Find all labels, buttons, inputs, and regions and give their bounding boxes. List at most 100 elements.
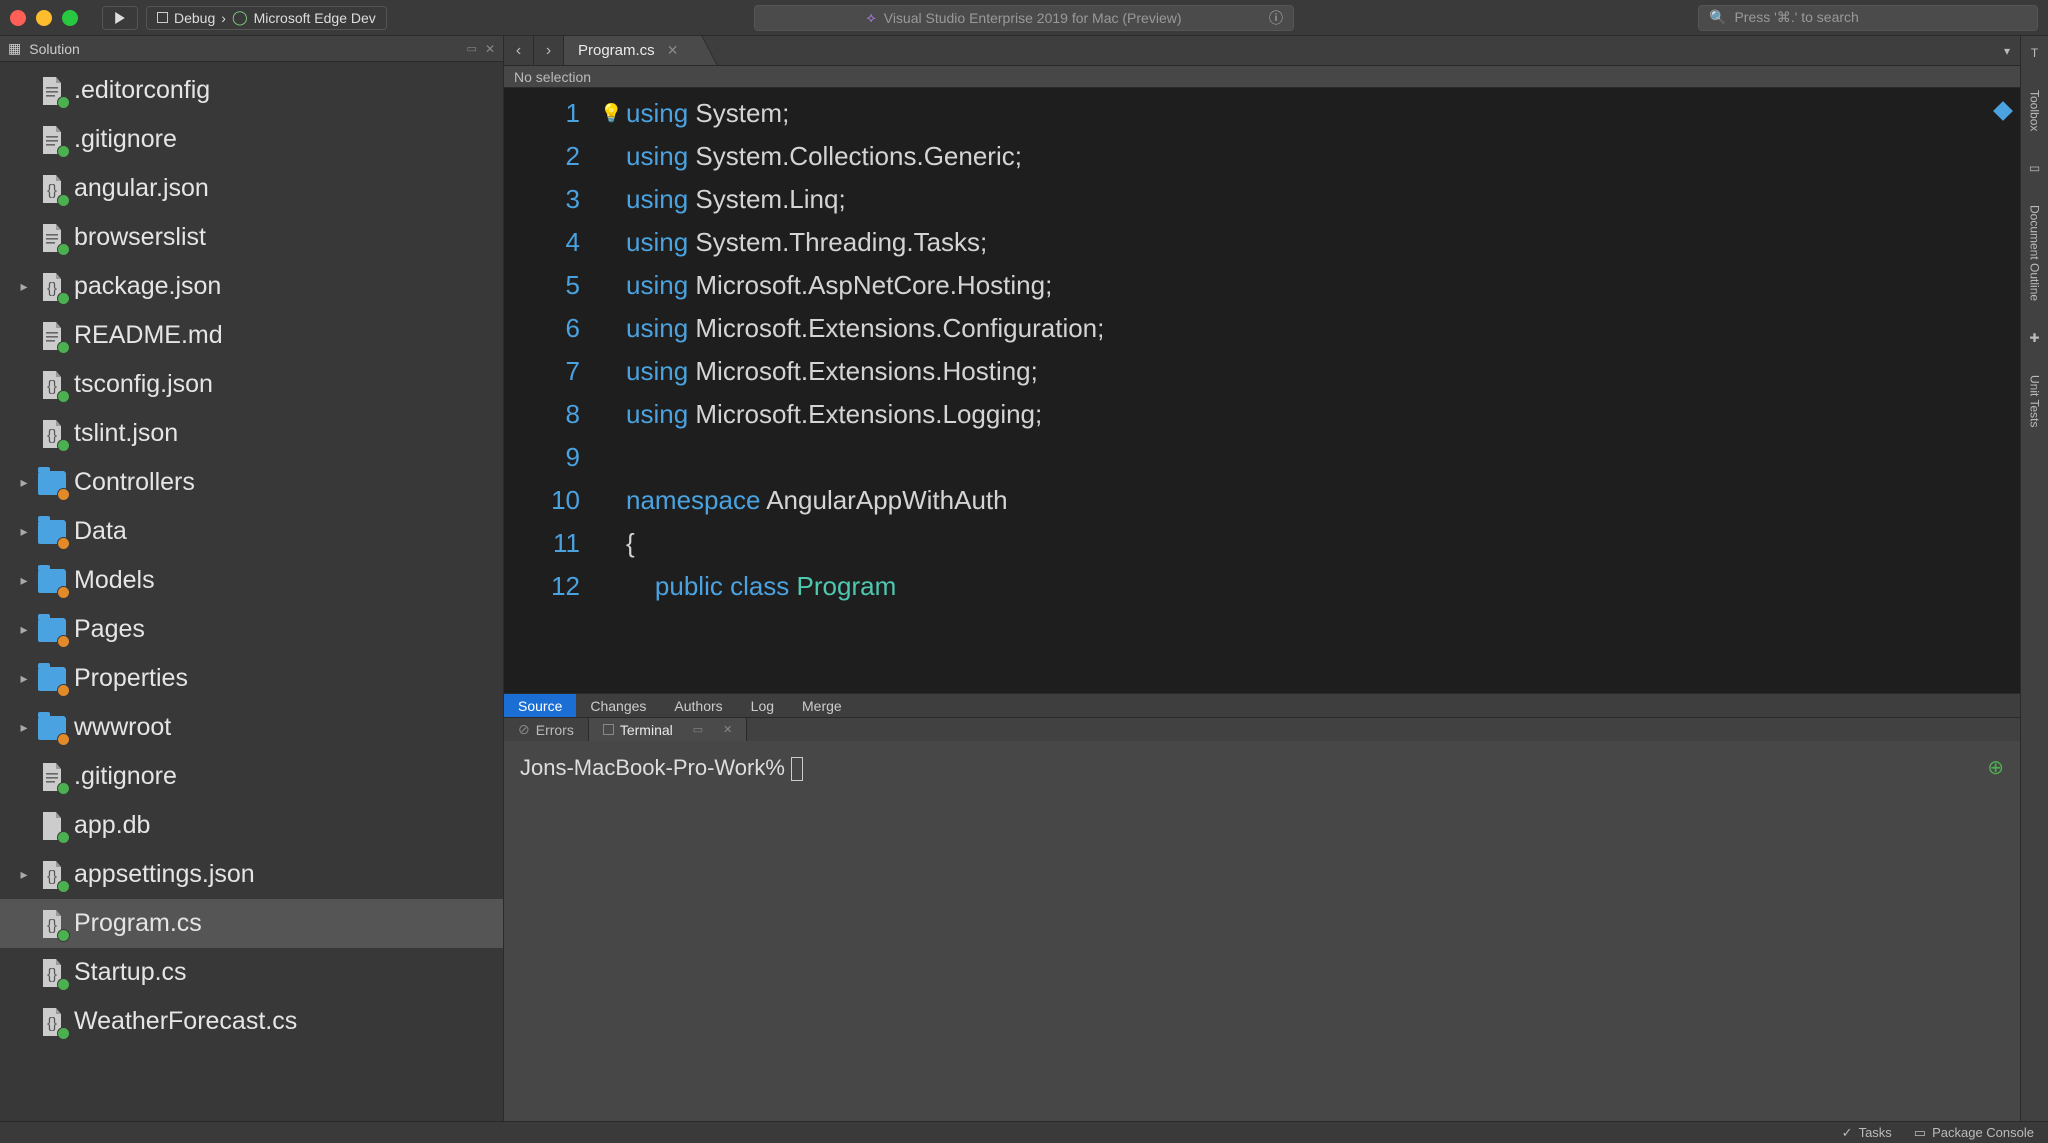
file-icon xyxy=(38,224,66,252)
disclosure-icon[interactable]: ▸ xyxy=(18,572,30,589)
run-button[interactable] xyxy=(102,6,138,30)
lightbulb-icon[interactable]: 💡 xyxy=(594,92,626,135)
code-line[interactable]: { xyxy=(626,522,1104,565)
code-area[interactable]: using System;using System.Collections.Ge… xyxy=(626,88,1104,693)
code-editor[interactable]: 123456789101112 💡 using System;using Sys… xyxy=(504,88,2020,693)
terminal-tab[interactable]: Terminal ▭ ✕ xyxy=(589,718,748,741)
panel-close-icon[interactable]: ✕ xyxy=(723,723,732,736)
tree-item--gitignore[interactable]: .gitignore xyxy=(0,752,503,801)
disclosure-icon[interactable]: ▸ xyxy=(18,523,30,540)
tree-item-package-json[interactable]: ▸{}package.json xyxy=(0,262,503,311)
panel-dock-icon[interactable]: ▭ xyxy=(467,42,477,55)
configuration-icon xyxy=(157,12,168,23)
source-tab-authors[interactable]: Authors xyxy=(660,694,736,717)
tree-item--gitignore[interactable]: .gitignore xyxy=(0,115,503,164)
disclosure-icon[interactable]: ▸ xyxy=(18,670,30,687)
tree-item-controllers[interactable]: ▸Controllers xyxy=(0,458,503,507)
line-number: 9 xyxy=(504,436,580,479)
rail-tests[interactable]: Unit Tests xyxy=(2028,375,2042,427)
line-number: 12 xyxy=(504,565,580,608)
panel-close-icon[interactable]: ✕ xyxy=(485,42,495,56)
code-line[interactable] xyxy=(626,436,1104,479)
new-terminal-button[interactable]: ⊕ xyxy=(1987,755,2004,780)
minimize-window-icon[interactable] xyxy=(36,10,52,26)
source-tab-changes[interactable]: Changes xyxy=(576,694,660,717)
global-search[interactable]: 🔍 Press '⌘.' to search xyxy=(1698,5,2038,31)
package-console-status[interactable]: ▭ Package Console xyxy=(1914,1125,2034,1141)
rail-outline[interactable]: Document Outline xyxy=(2028,205,2042,301)
unit-tests-icon[interactable]: ✚ xyxy=(2029,331,2039,345)
editor-breadcrumb[interactable]: No selection xyxy=(504,66,2020,88)
rail-toolbox[interactable]: Toolbox xyxy=(2028,90,2042,131)
nav-back-button[interactable]: ‹ xyxy=(504,36,534,65)
source-tab-log[interactable]: Log xyxy=(737,694,788,717)
panel-dock-icon[interactable]: ▭ xyxy=(693,723,703,736)
glyph-margin: 💡 xyxy=(594,88,626,693)
code-line[interactable]: using System.Threading.Tasks; xyxy=(626,221,1104,264)
file-icon xyxy=(38,812,66,840)
code-line[interactable]: using System.Linq; xyxy=(626,178,1104,221)
added-badge-icon xyxy=(57,929,70,942)
source-tab-source[interactable]: Source xyxy=(504,694,576,717)
errors-tab[interactable]: ⊘ Errors xyxy=(504,718,589,741)
outline-icon[interactable]: ▭ xyxy=(2029,161,2040,175)
file-icon xyxy=(38,126,66,154)
glyph-slot xyxy=(594,307,626,350)
tree-item-app-db[interactable]: app.db xyxy=(0,801,503,850)
code-line[interactable]: using Microsoft.Extensions.Configuration… xyxy=(626,307,1104,350)
tree-item-data[interactable]: ▸ Data xyxy=(0,507,503,556)
disclosure-icon[interactable]: ▸ xyxy=(18,866,30,883)
tree-item-weatherforecast-cs[interactable]: {}WeatherForecast.cs xyxy=(0,997,503,1046)
close-window-icon[interactable] xyxy=(10,10,26,26)
code-line[interactable]: using System.Collections.Generic; xyxy=(626,135,1104,178)
source-tab-merge[interactable]: Merge xyxy=(788,694,856,717)
code-line[interactable]: using Microsoft.Extensions.Hosting; xyxy=(626,350,1104,393)
json-file-icon: {} xyxy=(38,420,66,448)
tree-item-label: Data xyxy=(74,517,127,546)
json-file-icon: {} xyxy=(38,861,66,889)
zoom-window-icon[interactable] xyxy=(62,10,78,26)
editor-tab-program[interactable]: Program.cs ✕ xyxy=(564,36,696,65)
code-line[interactable]: namespace AngularAppWithAuth xyxy=(626,479,1104,522)
solution-tree[interactable]: .editorconfig.gitignore{}angular.jsonbro… xyxy=(0,62,503,1121)
tree-item-program-cs[interactable]: {}Program.cs xyxy=(0,899,503,948)
nav-forward-button[interactable]: › xyxy=(534,36,564,65)
json-file-icon: {} xyxy=(38,175,66,203)
disclosure-icon[interactable]: ▸ xyxy=(18,474,30,491)
bottom-panel-tabs: ⊘ Errors Terminal ▭ ✕ xyxy=(504,717,2020,741)
code-line[interactable]: public class Program xyxy=(626,565,1104,608)
target-label: Microsoft Edge Dev xyxy=(254,10,376,26)
search-icon: 🔍 xyxy=(1709,9,1726,26)
configuration-picker[interactable]: Debug › ◯ Microsoft Edge Dev xyxy=(146,6,387,30)
info-icon[interactable]: ⓘ xyxy=(1269,8,1283,28)
code-line[interactable]: using System; xyxy=(626,92,1104,135)
tasks-status[interactable]: ✓ Tasks xyxy=(1842,1125,1892,1141)
tree-item-models[interactable]: ▸ Models xyxy=(0,556,503,605)
tree-item-tsconfig-json[interactable]: {}tsconfig.json xyxy=(0,360,503,409)
tab-overflow-button[interactable]: ▾ xyxy=(1994,36,2020,65)
tree-item-angular-json[interactable]: {}angular.json xyxy=(0,164,503,213)
tree-item--editorconfig[interactable]: .editorconfig xyxy=(0,66,503,115)
solution-icon: ▦ xyxy=(8,40,21,57)
json-file-icon: {} xyxy=(38,1008,66,1036)
tree-item-pages[interactable]: ▸Pages xyxy=(0,605,503,654)
tree-item-browserslist[interactable]: browserslist xyxy=(0,213,503,262)
line-number: 7 xyxy=(504,350,580,393)
disclosure-icon[interactable]: ▸ xyxy=(18,621,30,638)
tree-item-tslint-json[interactable]: {}tslint.json xyxy=(0,409,503,458)
line-number: 10 xyxy=(504,479,580,522)
code-line[interactable]: using Microsoft.Extensions.Logging; xyxy=(626,393,1104,436)
toolbox-icon[interactable]: T xyxy=(2031,46,2038,60)
tree-item-label: Models xyxy=(74,566,155,595)
terminal-panel[interactable]: Jons-MacBook-Pro-Work% ⊕ xyxy=(504,741,2020,1121)
tree-item-appsettings-json[interactable]: ▸{}appsettings.json xyxy=(0,850,503,899)
tree-item-wwwroot[interactable]: ▸wwwroot xyxy=(0,703,503,752)
tab-close-icon[interactable]: ✕ xyxy=(667,42,679,59)
code-line[interactable]: using Microsoft.AspNetCore.Hosting; xyxy=(626,264,1104,307)
tree-item-properties[interactable]: ▸Properties xyxy=(0,654,503,703)
file-icon xyxy=(38,763,66,791)
disclosure-icon[interactable]: ▸ xyxy=(18,719,30,736)
disclosure-icon[interactable]: ▸ xyxy=(18,278,30,295)
tree-item-startup-cs[interactable]: {}Startup.cs xyxy=(0,948,503,997)
tree-item-readme-md[interactable]: README.md xyxy=(0,311,503,360)
